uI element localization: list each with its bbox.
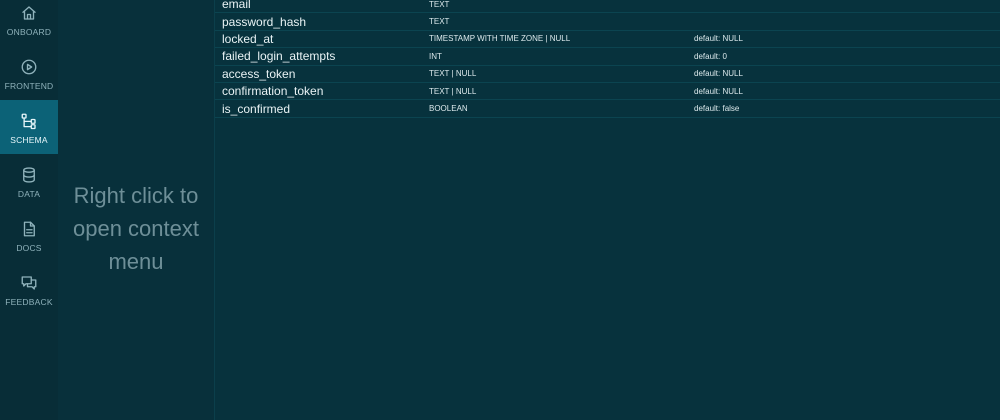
column-default: default: NULL xyxy=(694,86,743,96)
nav-label-frontend: FRONTEND xyxy=(4,80,54,91)
nav-label-schema: SCHEMA xyxy=(10,134,48,145)
schema-canvas[interactable]: email TEXT password_hash TEXT locked_at … xyxy=(215,0,1000,420)
app-window: ONBOARD FRONTEND SCHEMA DATA DOCS FEEDBA… xyxy=(0,0,1000,420)
document-icon xyxy=(23,221,35,236)
nav-label-docs: DOCS xyxy=(16,242,42,253)
nav-label-data: DATA xyxy=(17,188,41,199)
play-circle-icon xyxy=(21,59,37,74)
column-default: default: NULL xyxy=(694,34,743,44)
nav-label-onboard: ONBOARD xyxy=(6,26,52,37)
nav-item-onboard[interactable]: ONBOARD xyxy=(0,0,58,46)
column-type: TIMESTAMP WITH TIME ZONE | NULL xyxy=(429,34,571,44)
nav-item-frontend[interactable]: FRONTEND xyxy=(0,46,58,100)
column-type: TEXT | NULL xyxy=(429,86,477,96)
context-menu-hint-panel[interactable]: Right click to open context menu xyxy=(58,0,215,420)
table-row[interactable]: access_token TEXT | NULL default: NULL xyxy=(215,66,1000,83)
nav-label-feedback: FEEDBACK xyxy=(5,296,53,307)
column-type: TEXT xyxy=(429,0,450,9)
table-row[interactable]: locked_at TIMESTAMP WITH TIME ZONE | NUL… xyxy=(215,31,1000,49)
column-name: locked_at xyxy=(222,31,274,46)
nav-item-feedback[interactable]: FEEDBACK xyxy=(0,262,58,316)
table-row[interactable]: confirmation_token TEXT | NULL default: … xyxy=(215,83,1000,101)
column-default: default: NULL xyxy=(694,69,743,79)
database-icon xyxy=(23,166,35,183)
column-name: is_confirmed xyxy=(222,101,291,116)
column-name: access_token xyxy=(222,66,296,81)
table-row[interactable]: is_confirmed BOOLEAN default: false xyxy=(215,100,1000,118)
nav-item-docs[interactable]: DOCS xyxy=(0,208,58,262)
column-name: email xyxy=(222,0,251,12)
schema-table: email TEXT password_hash TEXT locked_at … xyxy=(215,0,1000,118)
schema-tree-icon xyxy=(21,113,36,129)
nav-item-data[interactable]: DATA xyxy=(0,154,58,208)
nav-item-schema[interactable]: SCHEMA xyxy=(0,100,58,154)
chat-bubbles-icon xyxy=(21,275,37,290)
column-type: INT xyxy=(429,51,442,61)
column-type: BOOLEAN xyxy=(429,104,468,114)
column-type: TEXT | NULL xyxy=(429,69,477,79)
table-row[interactable]: failed_login_attempts INT default: 0 xyxy=(215,48,1000,66)
column-default: default: false xyxy=(694,104,740,114)
home-icon xyxy=(22,5,36,20)
table-row[interactable]: email TEXT xyxy=(215,0,1000,14)
column-name: password_hash xyxy=(222,14,307,29)
nav-rail: ONBOARD FRONTEND SCHEMA DATA DOCS FEEDBA… xyxy=(0,0,58,420)
column-default: default: 0 xyxy=(694,51,727,61)
column-type: TEXT xyxy=(429,17,450,27)
context-menu-hint: Right click to open context menu xyxy=(73,182,199,274)
table-row[interactable]: password_hash TEXT xyxy=(215,13,1000,31)
column-name: failed_login_attempts xyxy=(222,49,336,64)
column-name: confirmation_token xyxy=(222,84,324,99)
